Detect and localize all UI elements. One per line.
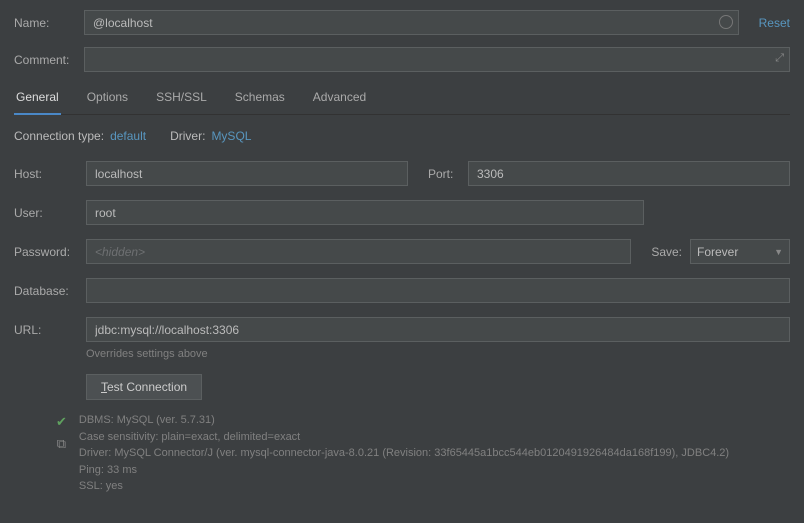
tab-sshssl[interactable]: SSH/SSL (154, 84, 209, 114)
driver-value[interactable]: MySQL (211, 129, 251, 143)
driver-label: Driver: (170, 129, 205, 143)
comment-label: Comment: (14, 53, 84, 67)
connection-type-value[interactable]: default (110, 129, 146, 143)
tab-general[interactable]: General (14, 84, 61, 114)
status-case: Case sensitivity: plain=exact, delimited… (79, 429, 729, 446)
connection-type-label: Connection type: (14, 129, 104, 143)
status-ssl: SSL: yes (79, 478, 729, 495)
port-label: Port: (428, 167, 468, 181)
database-label: Database: (14, 284, 86, 298)
tab-advanced[interactable]: Advanced (311, 84, 368, 114)
name-label: Name: (14, 16, 84, 30)
host-input[interactable] (86, 161, 408, 186)
comment-input[interactable] (84, 47, 790, 72)
url-input[interactable] (86, 317, 790, 342)
save-select-value: Forever (697, 245, 738, 259)
status-circle-icon (719, 15, 733, 29)
port-input[interactable] (468, 161, 790, 186)
tab-options[interactable]: Options (85, 84, 130, 114)
save-label: Save: (651, 245, 682, 259)
password-input[interactable] (86, 239, 631, 264)
name-input[interactable] (84, 10, 739, 35)
user-input[interactable] (86, 200, 644, 225)
reset-link[interactable]: Reset (759, 16, 790, 30)
status-ping: Ping: 33 ms (79, 462, 729, 479)
database-input[interactable] (86, 278, 790, 303)
chevron-down-icon: ▼ (774, 247, 783, 257)
copy-icon[interactable]: ⧉ (57, 436, 66, 452)
user-label: User: (14, 206, 86, 220)
connection-status: DBMS: MySQL (ver. 5.7.31) Case sensitivi… (79, 412, 729, 495)
tab-schemas[interactable]: Schemas (233, 84, 287, 114)
url-hint: Overrides settings above (86, 348, 790, 360)
save-select[interactable]: Forever ▼ (690, 239, 790, 264)
status-driver: Driver: MySQL Connector/J (ver. mysql-co… (79, 445, 729, 462)
url-label: URL: (14, 323, 86, 337)
expand-icon[interactable]: ⤢ (775, 52, 784, 65)
password-label: Password: (14, 245, 86, 259)
host-label: Host: (14, 167, 86, 181)
test-connection-button[interactable]: Test Connection (86, 374, 202, 400)
check-icon: ✔ (56, 414, 67, 430)
status-dbms: DBMS: MySQL (ver. 5.7.31) (79, 412, 729, 429)
